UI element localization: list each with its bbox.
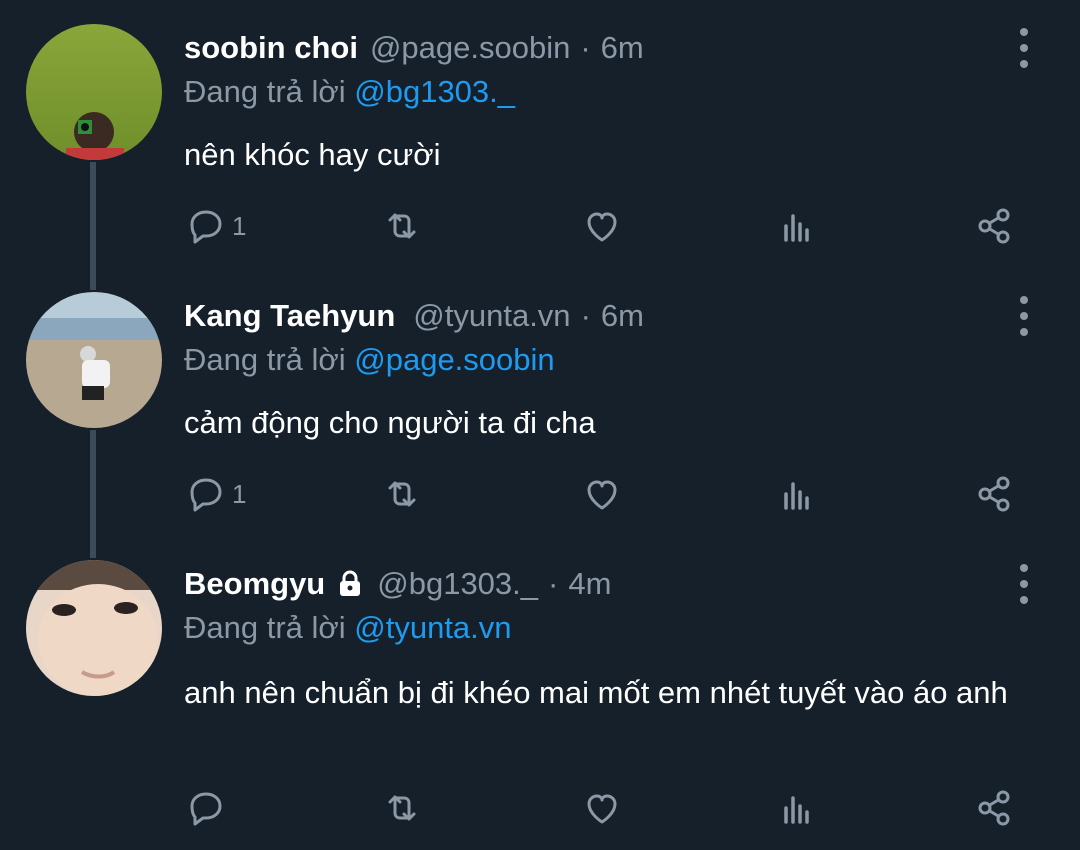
share-button[interactable] <box>972 472 1016 516</box>
reply-count: 1 <box>232 210 247 241</box>
action-bar: 1 <box>184 472 1024 516</box>
lock-icon <box>340 570 361 596</box>
heart-icon <box>587 212 617 242</box>
like-button[interactable] <box>580 472 624 516</box>
retweet-button[interactable] <box>380 472 424 516</box>
more-vertical-icon[interactable] <box>1010 28 1038 68</box>
more-vertical-icon[interactable] <box>1010 564 1038 604</box>
tweet-beomgyu[interactable]: Beomgyu @bg1303._ · 4m Đang trả lời @tyu… <box>0 558 1080 850</box>
timestamp[interactable]: 6m <box>601 298 644 334</box>
timestamp[interactable]: 6m <box>601 30 644 66</box>
tweet-text: cảm động cho người ta đi cha <box>184 405 596 440</box>
separator: · <box>580 30 591 65</box>
analytics-icon <box>784 796 809 824</box>
tweet-taehyun[interactable]: Kang Taehyun @tyunta.vn · 6m Đang trả lờ… <box>0 290 1080 558</box>
analytics-button[interactable] <box>774 472 818 516</box>
user-handle[interactable]: @page.soobin <box>370 30 570 66</box>
replying-prefix: Đang trả lời <box>184 74 346 109</box>
replying-to: Đang trả lời @bg1303._ <box>184 74 515 110</box>
user-handle[interactable]: @bg1303._ <box>377 566 538 602</box>
like-button[interactable] <box>580 204 624 248</box>
reply-button[interactable]: 1 <box>184 472 246 516</box>
mention-link[interactable]: @page.soobin <box>354 342 554 377</box>
share-icon <box>978 476 1010 512</box>
replying-to: Đang trả lời @tyunta.vn <box>184 610 512 646</box>
mention-link[interactable]: @tyunta.vn <box>354 610 511 645</box>
retweet-icon <box>388 795 416 821</box>
share-icon <box>978 790 1010 826</box>
replying-to: Đang trả lời @page.soobin <box>184 342 555 378</box>
heart-icon <box>587 794 617 824</box>
analytics-icon <box>784 482 809 510</box>
display-name[interactable]: Beomgyu <box>184 566 325 602</box>
retweet-button[interactable] <box>380 204 424 248</box>
avatar[interactable] <box>26 560 162 696</box>
analytics-button[interactable] <box>774 204 818 248</box>
separator: · <box>580 298 591 333</box>
share-icon <box>978 208 1010 244</box>
more-vertical-icon[interactable] <box>1010 296 1038 336</box>
action-bar: 1 <box>184 204 1024 248</box>
avatar[interactable] <box>26 24 162 160</box>
retweet-button[interactable] <box>380 786 424 830</box>
reply-button[interactable]: 1 <box>184 204 246 248</box>
analytics-button[interactable] <box>774 786 818 830</box>
reply-icon <box>190 210 222 244</box>
retweet-icon <box>388 481 416 507</box>
avatar[interactable] <box>26 292 162 428</box>
share-button[interactable] <box>972 204 1016 248</box>
tweet-soobin[interactable]: soobin choi @page.soobin · 6m Đang trả l… <box>0 0 1080 290</box>
replying-prefix: Đang trả lời <box>184 610 346 645</box>
timestamp[interactable]: 4m <box>568 566 611 602</box>
separator: · <box>548 566 559 601</box>
heart-icon <box>587 480 617 510</box>
reply-count: 1 <box>232 478 247 509</box>
like-button[interactable] <box>580 786 624 830</box>
reply-icon <box>190 478 222 512</box>
reply-icon <box>190 792 222 826</box>
analytics-icon <box>784 214 809 242</box>
retweet-icon <box>388 213 416 239</box>
display-name[interactable]: Kang Taehyun <box>184 298 395 334</box>
tweet-text: nên khóc hay cười <box>184 137 441 172</box>
mention-link[interactable]: @bg1303._ <box>354 74 515 109</box>
tweet-text: anh nên chuẩn bị đi khéo mai mốt em nhét… <box>184 675 1008 710</box>
share-button[interactable] <box>972 786 1016 830</box>
display-name[interactable]: soobin choi <box>184 30 358 66</box>
replying-prefix: Đang trả lời <box>184 342 346 377</box>
user-handle[interactable]: @tyunta.vn <box>413 298 570 334</box>
reply-button[interactable] <box>184 786 228 830</box>
action-bar <box>184 786 1024 830</box>
